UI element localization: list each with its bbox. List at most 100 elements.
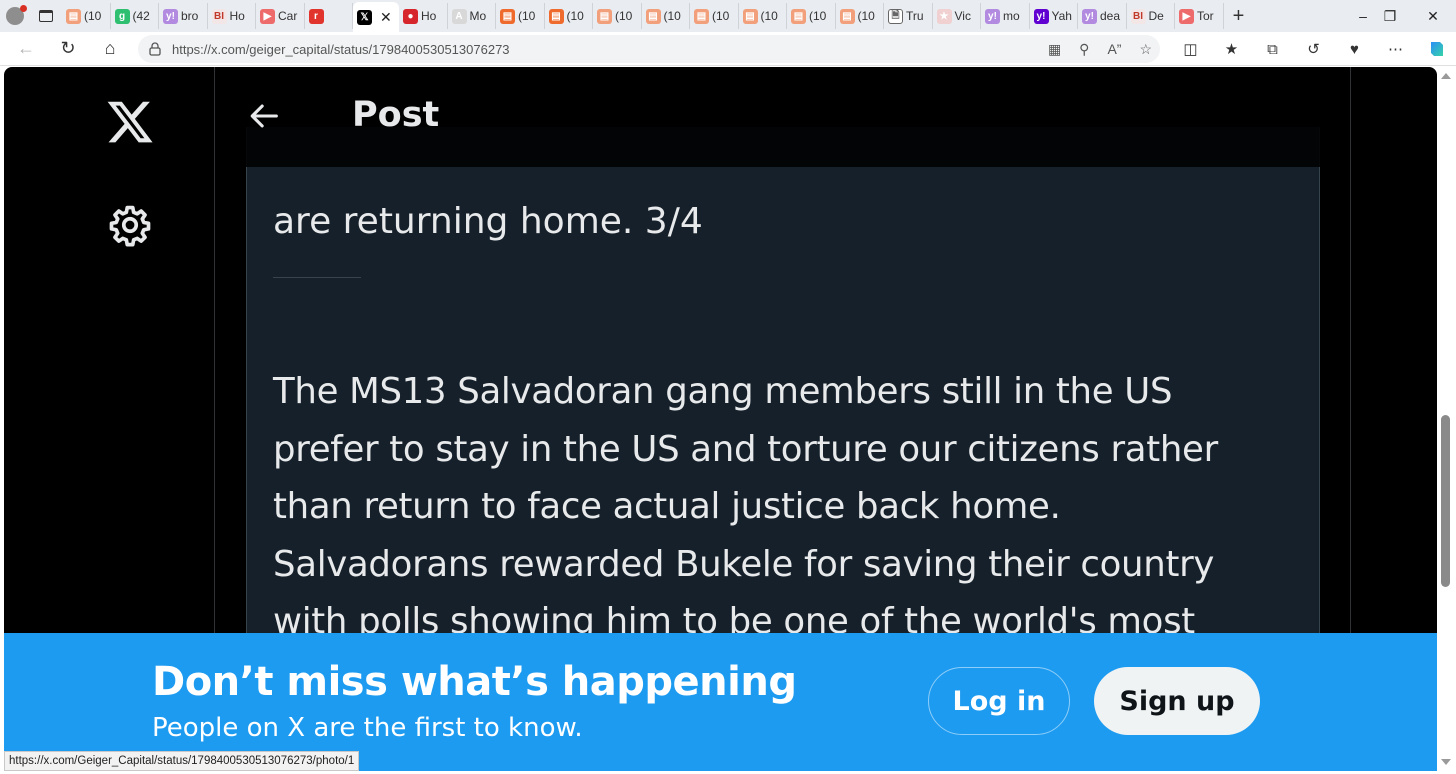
app-available-icon[interactable]: ▦ (1048, 41, 1061, 58)
star-icon: ★ (936, 8, 952, 24)
browser-tab[interactable]: ▶ Tor (1175, 3, 1224, 29)
quote-divider (273, 277, 361, 278)
browser-tab[interactable]: A Mo (448, 3, 496, 29)
history-icon[interactable]: ↺ (1293, 32, 1334, 66)
tweet-previous-line: are returning home. 3/4 (273, 201, 703, 242)
lock-icon[interactable] (138, 42, 172, 56)
browser-tab[interactable]: y! dea (1078, 3, 1127, 29)
browser-tab[interactable]: g (42 (111, 3, 159, 29)
tab-actions-icon[interactable] (30, 0, 62, 32)
browser-tab[interactable]: ▤ (10 (690, 3, 739, 29)
login-button[interactable]: Log in (928, 667, 1070, 735)
page-scrollbar[interactable] (1437, 67, 1456, 771)
browser-tab[interactable]: ▤ (10 (496, 3, 545, 29)
browser-tab[interactable]: BI Ho (208, 3, 256, 29)
refresh-icon[interactable]: ↻ (48, 32, 88, 66)
browser-tab[interactable]: y! mo (981, 3, 1030, 29)
g-icon: g (114, 8, 130, 24)
tab-label: Mo (469, 9, 487, 23)
browser-tab[interactable]: ▤ (10 (62, 3, 111, 29)
browser-tab[interactable]: ▤ (10 (787, 3, 836, 29)
x-logo-icon[interactable] (104, 97, 156, 147)
browser-tab[interactable]: ▤ (10 (836, 3, 884, 29)
banner-subtitle: People on X are the first to know. (152, 713, 583, 743)
collections-icon[interactable]: ⧉ (1252, 32, 1293, 66)
tab-label: dea (1100, 9, 1121, 23)
page-viewport: are returning home. 3/4 The MS13 Salvado… (4, 67, 1437, 771)
tab-label: (10 (760, 9, 778, 23)
url-text[interactable]: https://x.com/geiger_capital/status/1798… (172, 42, 510, 57)
tab-label: (10 (518, 9, 536, 23)
browser-tab[interactable]: y! bro (159, 3, 208, 29)
tab-label: (10 (857, 9, 875, 23)
tab-label: Car (278, 9, 298, 23)
copilot-icon[interactable] (1416, 32, 1456, 66)
tweet-text-line: Salvadorans rewarded Bukele for saving t… (273, 543, 1215, 585)
restore-icon[interactable]: ❐ (1367, 0, 1413, 32)
substack-icon: ▤ (839, 8, 855, 24)
read-aloud-icon[interactable]: A” (1107, 41, 1121, 57)
browser-toolbar: ← ↻ ⌂ https://x.com/geiger_capital/statu… (0, 32, 1456, 66)
tab-label: (42 (132, 9, 150, 23)
page-icon: 🗎 (888, 8, 903, 24)
tab-list: ▤ (10 g (42 y! bro BI Ho ▶ Car r 𝕏 ✕ ● Ho A Mo ▤ (10 ▤ (10 ▤(… (62, 0, 1224, 32)
browser-tab[interactable]: 🗎 Tru (884, 3, 933, 29)
split-screen-icon[interactable]: ◫ (1170, 32, 1211, 66)
tab-label: Vic (954, 9, 971, 23)
browser-tab[interactable]: y! Yah (1030, 3, 1078, 29)
yahoo-icon: y! (1082, 8, 1097, 24)
bi-icon: BI (211, 8, 227, 24)
browser-tab-strip: ▤ (10 g (42 y! bro BI Ho ▶ Car r 𝕏 ✕ ● Ho A Mo ▤ (10 ▤ (10 ▤(… (0, 0, 1456, 32)
browser-tab[interactable]: BI De (1127, 3, 1175, 29)
browser-tab[interactable]: ▤ (10 (593, 3, 642, 29)
tab-label: Ho (229, 9, 245, 23)
scrollbar-thumb[interactable] (1441, 415, 1450, 587)
tab-label: Ho (421, 9, 437, 23)
yahoo-icon: y! (985, 8, 1000, 24)
browser-tab[interactable]: ▤ (10 (739, 3, 787, 29)
browser-tab[interactable]: ★ Vic (933, 3, 981, 29)
tweet-text-line: The MS13 Salvadoran gang members still i… (273, 371, 1173, 412)
close-window-icon[interactable]: ✕ (1410, 0, 1456, 32)
yahoo-icon: y! (163, 8, 178, 24)
new-tab-button[interactable]: + (1224, 0, 1254, 32)
x-icon: 𝕏 (357, 9, 372, 25)
favorite-star-icon[interactable]: ☆ (1139, 41, 1152, 58)
tab-label: (10 (663, 9, 681, 23)
tab-label: mo (1003, 9, 1020, 23)
substack-icon: ▤ (500, 8, 515, 24)
substack-icon: ▤ (66, 8, 81, 24)
browser-tab[interactable]: r (305, 3, 353, 29)
browser-tab[interactable]: 𝕏 ✕ (353, 2, 399, 32)
substack-icon: ▤ (742, 8, 758, 24)
tab-label: (10 (566, 9, 584, 23)
more-options-icon[interactable]: ⋯ (1375, 32, 1416, 66)
scroll-up-icon[interactable] (1441, 73, 1451, 79)
tab-label: Yah (1051, 9, 1072, 23)
back-icon[interactable]: ← (6, 32, 46, 66)
red-icon: ● (403, 8, 418, 24)
tab-close-icon[interactable]: ✕ (380, 9, 392, 26)
zoom-icon[interactable]: ⚲ (1079, 41, 1089, 58)
browser-tab[interactable]: ● Ho (399, 3, 448, 29)
tweet-text-line: prefer to stay in the US and torture our… (273, 428, 1218, 470)
tweet-text-line: than return to face actual justice back … (273, 486, 1061, 527)
address-bar[interactable]: https://x.com/geiger_capital/status/1798… (138, 35, 1160, 63)
browser-tab[interactable]: ▤ (10 (642, 3, 690, 29)
r-icon: r (308, 8, 324, 24)
home-icon[interactable]: ⌂ (90, 32, 130, 66)
settings-gear-icon[interactable] (108, 203, 152, 247)
favorites-icon[interactable]: ★ (1211, 32, 1252, 66)
substack-icon: ▤ (645, 8, 661, 24)
tab-label: (10 (615, 9, 633, 23)
browser-tab[interactable]: ▤ (10 (545, 3, 593, 29)
performance-icon[interactable]: ♥ (1334, 32, 1375, 66)
scroll-down-icon[interactable] (1441, 759, 1451, 765)
profile-avatar-icon[interactable] (0, 0, 30, 32)
yahoo-icon: y! (1033, 8, 1049, 24)
post-header: Post (215, 67, 1350, 167)
browser-tab[interactable]: ▶ Car (256, 3, 305, 29)
back-arrow-icon[interactable] (248, 99, 282, 133)
substack-icon: ▤ (791, 8, 806, 24)
signup-button[interactable]: Sign up (1094, 667, 1260, 735)
